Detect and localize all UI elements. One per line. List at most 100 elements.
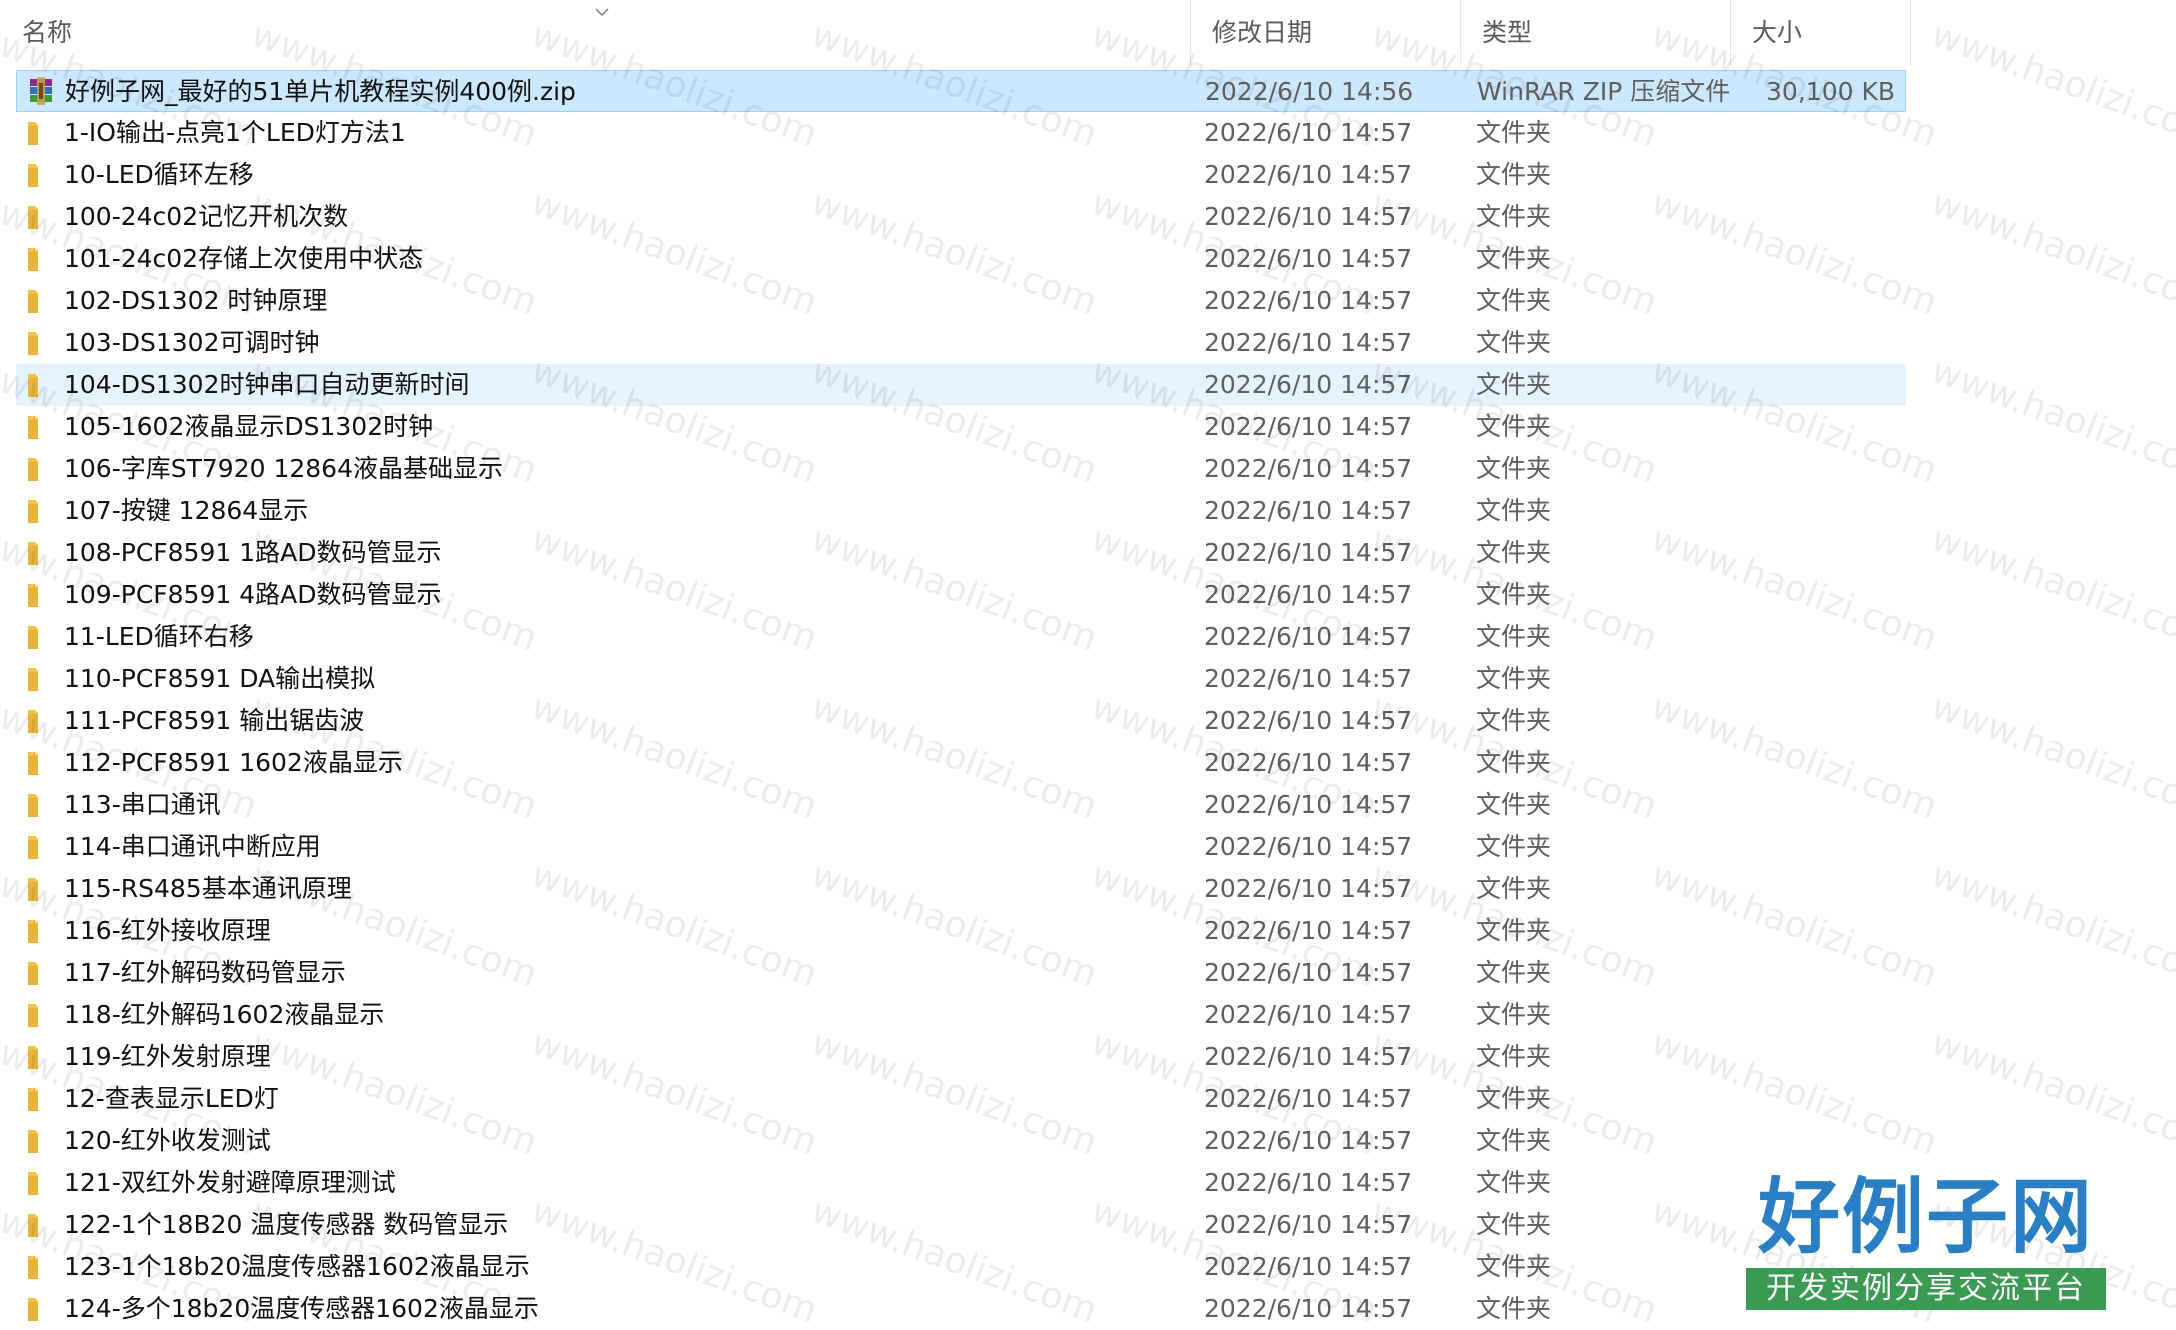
folder-icon [26, 328, 54, 358]
file-row[interactable]: 112-PCF8591 1602液晶显示 2022/6/10 14:57 文件夹 [16, 742, 1906, 784]
file-type: 文件夹 [1476, 958, 1552, 987]
file-name: 111-PCF8591 输出锯齿波 [64, 706, 365, 735]
file-date: 2022/6/10 14:57 [1204, 580, 1413, 609]
file-row[interactable]: 119-红外发射原理 2022/6/10 14:57 文件夹 [16, 1036, 1906, 1078]
watermark-text: www.haolizi.com [1925, 686, 2176, 828]
file-type: 文件夹 [1476, 454, 1552, 483]
file-type: 文件夹 [1476, 370, 1552, 399]
column-header-size[interactable]: 大小 [1730, 0, 1910, 66]
file-row[interactable]: 113-串口通讯 2022/6/10 14:57 文件夹 [16, 784, 1906, 826]
file-row[interactable]: 110-PCF8591 DA输出模拟 2022/6/10 14:57 文件夹 [16, 658, 1906, 700]
file-type: 文件夹 [1476, 664, 1552, 693]
file-row[interactable]: 105-1602液晶显示DS1302时钟 2022/6/10 14:57 文件夹 [16, 406, 1906, 448]
file-type: 文件夹 [1476, 1168, 1552, 1197]
folder-icon [26, 1210, 54, 1240]
file-row[interactable]: 109-PCF8591 4路AD数码管显示 2022/6/10 14:57 文件夹 [16, 574, 1906, 616]
file-name: 123-1个18b20温度传感器1602液晶显示 [64, 1252, 530, 1281]
file-row[interactable]: 120-红外收发测试 2022/6/10 14:57 文件夹 [16, 1120, 1906, 1162]
folder-icon [26, 496, 54, 526]
file-type: 文件夹 [1476, 832, 1552, 861]
file-date: 2022/6/10 14:57 [1204, 832, 1413, 861]
folder-icon [26, 1168, 54, 1198]
folder-icon [26, 664, 54, 694]
file-row[interactable]: 102-DS1302 时钟原理 2022/6/10 14:57 文件夹 [16, 280, 1906, 322]
file-name: 114-串口通讯中断应用 [64, 832, 321, 861]
file-date: 2022/6/10 14:57 [1204, 412, 1413, 441]
file-date: 2022/6/10 14:57 [1204, 160, 1413, 189]
file-date: 2022/6/10 14:57 [1204, 916, 1413, 945]
file-type: 文件夹 [1476, 1042, 1552, 1071]
file-type: 文件夹 [1476, 1084, 1552, 1113]
file-name: 122-1个18B20 温度传感器 数码管显示 [64, 1210, 509, 1239]
file-row[interactable]: 101-24c02存储上次使用中状态 2022/6/10 14:57 文件夹 [16, 238, 1906, 280]
folder-icon [26, 370, 54, 400]
file-date: 2022/6/10 14:57 [1204, 874, 1413, 903]
file-name: 101-24c02存储上次使用中状态 [64, 244, 424, 273]
file-name: 12-查表显示LED灯 [64, 1084, 279, 1113]
column-header-type[interactable]: 类型 [1460, 0, 1730, 66]
file-type: 文件夹 [1476, 1126, 1552, 1155]
watermark-text: www.haolizi.com [1925, 854, 2176, 996]
file-name: 10-LED循环左移 [64, 160, 254, 189]
file-row[interactable]: 103-DS1302可调时钟 2022/6/10 14:57 文件夹 [16, 322, 1906, 364]
column-header-date[interactable]: 修改日期 [1190, 0, 1460, 66]
file-row[interactable]: 117-红外解码数码管显示 2022/6/10 14:57 文件夹 [16, 952, 1906, 994]
file-row[interactable]: 114-串口通讯中断应用 2022/6/10 14:57 文件夹 [16, 826, 1906, 868]
folder-icon [26, 1084, 54, 1114]
folder-icon [26, 580, 54, 610]
folder-icon [26, 1000, 54, 1030]
file-row[interactable]: 115-RS485基本通讯原理 2022/6/10 14:57 文件夹 [16, 868, 1906, 910]
file-name: 120-红外收发测试 [64, 1126, 271, 1155]
file-name: 100-24c02记忆开机次数 [64, 202, 349, 231]
file-row[interactable]: 121-双红外发射避障原理测试 2022/6/10 14:57 文件夹 [16, 1162, 1906, 1204]
watermark-text: www.haolizi.com [1925, 518, 2176, 660]
winrar-zip-icon [27, 77, 55, 107]
file-row[interactable]: 100-24c02记忆开机次数 2022/6/10 14:57 文件夹 [16, 196, 1906, 238]
file-row[interactable]: 12-查表显示LED灯 2022/6/10 14:57 文件夹 [16, 1078, 1906, 1120]
file-type: 文件夹 [1476, 538, 1552, 567]
file-date: 2022/6/10 14:57 [1204, 706, 1413, 735]
file-date: 2022/6/10 14:57 [1204, 622, 1413, 651]
file-row[interactable]: 1-IO输出-点亮1个LED灯方法1 2022/6/10 14:57 文件夹 [16, 112, 1906, 154]
file-row[interactable]: 104-DS1302时钟串口自动更新时间 2022/6/10 14:57 文件夹 [16, 364, 1906, 406]
file-row[interactable]: 123-1个18b20温度传感器1602液晶显示 2022/6/10 14:57 文… [16, 1246, 1906, 1288]
site-logo: 好例子网 开发实例分享交流平台 [1746, 1170, 2106, 1310]
folder-icon [26, 118, 54, 148]
file-type: 文件夹 [1476, 160, 1552, 189]
file-date: 2022/6/10 14:57 [1204, 328, 1413, 357]
file-date: 2022/6/10 14:57 [1204, 1084, 1413, 1113]
file-row[interactable]: 好例子网_最好的51单片机教程实例400例.zip 2022/6/10 14:56… [16, 70, 1906, 112]
file-row[interactable]: 122-1个18B20 温度传感器 数码管显示 2022/6/10 14:57 文件… [16, 1204, 1906, 1246]
file-row[interactable]: 11-LED循环右移 2022/6/10 14:57 文件夹 [16, 616, 1906, 658]
file-row[interactable]: 106-字库ST7920 12864液晶基础显示 2022/6/10 14:57 文… [16, 448, 1906, 490]
file-row[interactable]: 10-LED循环左移 2022/6/10 14:57 文件夹 [16, 154, 1906, 196]
file-row[interactable]: 108-PCF8591 1路AD数码管显示 2022/6/10 14:57 文件夹 [16, 532, 1906, 574]
folder-icon [26, 454, 54, 484]
file-name: 105-1602液晶显示DS1302时钟 [64, 412, 434, 441]
file-date: 2022/6/10 14:57 [1204, 1042, 1413, 1071]
file-date: 2022/6/10 14:57 [1204, 370, 1413, 399]
file-row[interactable]: 111-PCF8591 输出锯齿波 2022/6/10 14:57 文件夹 [16, 700, 1906, 742]
file-type: 文件夹 [1476, 916, 1552, 945]
file-date: 2022/6/10 14:57 [1204, 790, 1413, 819]
file-row[interactable]: 116-红外接收原理 2022/6/10 14:57 文件夹 [16, 910, 1906, 952]
column-divider[interactable] [1910, 0, 1911, 66]
watermark-text: www.haolizi.com [1925, 350, 2176, 492]
folder-icon [26, 412, 54, 442]
file-name: 121-双红外发射避障原理测试 [64, 1168, 396, 1197]
file-row[interactable]: 107-按键 12864显示 2022/6/10 14:57 文件夹 [16, 490, 1906, 532]
file-name: 11-LED循环右移 [64, 622, 254, 651]
file-name: 103-DS1302可调时钟 [64, 328, 320, 357]
file-date: 2022/6/10 14:57 [1204, 118, 1413, 147]
sort-chevron-icon [595, 8, 609, 17]
folder-icon [26, 1294, 54, 1324]
file-date: 2022/6/10 14:57 [1204, 1210, 1413, 1239]
file-name: 115-RS485基本通讯原理 [64, 874, 352, 903]
file-type: 文件夹 [1476, 580, 1552, 609]
file-row[interactable]: 118-红外解码1602液晶显示 2022/6/10 14:57 文件夹 [16, 994, 1906, 1036]
folder-icon [26, 958, 54, 988]
file-name: 好例子网_最好的51单片机教程实例400例.zip [65, 77, 576, 106]
folder-icon [26, 1042, 54, 1072]
file-name: 104-DS1302时钟串口自动更新时间 [64, 370, 470, 399]
folder-icon [26, 244, 54, 274]
